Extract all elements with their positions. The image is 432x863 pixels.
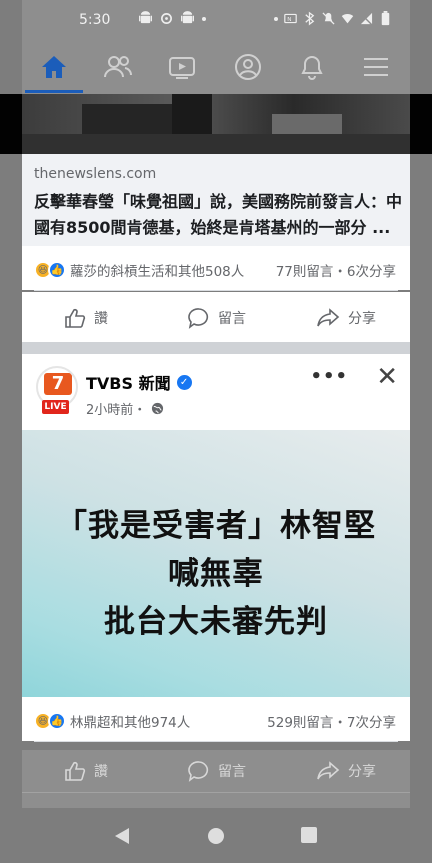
like-label: 讚 [94,311,108,327]
android-icon [181,11,194,24]
wifi-icon [341,14,354,24]
nfc-icon: N [284,13,297,24]
active-tab-indicator [25,90,83,93]
post2-header: 7 LIVE TVBS 新聞 ✓ 2小時前・ ••• ✕ [22,354,410,430]
sync-icon [161,13,172,24]
comment-button[interactable]: 留言 [188,292,246,344]
post-time-text: 2小時前・ [86,403,147,418]
image-headline-line-1: 「我是受害者」林智堅 [56,508,376,544]
like-reaction-icon: 👍 [48,712,66,730]
no-signal-icon [360,12,373,26]
like-label: 讚 [94,764,108,780]
tvbs-logo: 7 [44,373,72,395]
svg-text:N: N [287,17,291,23]
more-notifications-dot [202,17,206,21]
image-headline-line-3: 批台大未審先判 [104,604,328,640]
comment-icon [188,761,209,782]
system-nav-bar [0,808,432,863]
tab-profile[interactable] [216,40,280,94]
post-separator [22,342,410,354]
status-system-icons: N [274,11,392,26]
hide-post-button[interactable]: ✕ [376,362,398,392]
image-headline-line-2: 喊無辜 [168,556,264,592]
bluetooth-icon [305,11,315,26]
tab-friends[interactable] [86,40,150,94]
video-icon [169,57,195,79]
post2-stats-bar: 😆 👍 林鼎超和其他974人 529則留言・7次分享 [22,697,410,741]
like-reaction-icon: 👍 [48,261,66,279]
post2-action-bar: 讚 留言 分享 [22,750,410,792]
globe-icon [152,402,164,415]
comment-icon [188,308,209,329]
reactions-summary[interactable]: 😆 👍 蘿莎的斜槓生活和其他508人 [34,260,244,280]
share-label: 分享 [348,311,376,327]
thumbs-up-icon [65,761,86,781]
live-badge: LIVE [42,400,69,414]
comment-button[interactable]: 留言 [188,750,246,792]
page-name-text: TVBS 新聞 [86,374,171,393]
mute-icon [322,12,335,25]
reactors-text: 林鼎超和其他974人 [70,715,191,731]
thumbs-up-icon [65,308,86,328]
post-time[interactable]: 2小時前・ [86,399,164,418]
profile-icon [235,54,261,80]
divider [34,290,398,291]
like-button[interactable]: 讚 [64,750,108,792]
status-time: 5:30 [79,12,111,28]
battery-icon [381,11,390,26]
home-nav-icon[interactable] [206,826,226,846]
dot-icon [274,17,278,21]
divider [34,741,398,742]
android-icon [139,11,152,24]
link-title: 反擊華春瑩「味覺祖國」說，美國務院前發言人：中國有8500間肯德基，始終是肯塔基… [34,192,403,237]
share-button[interactable]: 分享 [316,292,376,344]
home-icon [42,56,66,78]
comment-label: 留言 [218,311,246,327]
hamburger-icon [364,58,388,76]
status-bar: 5:30 N [22,0,410,40]
status-notification-icons [139,11,206,26]
friends-icon [104,56,133,78]
more-options-button[interactable]: ••• [310,366,348,387]
tab-menu[interactable] [344,40,408,94]
share-button[interactable]: 分享 [316,750,376,792]
comments-shares-count[interactable]: 77則留言・6次分享 [276,260,396,280]
tab-home[interactable] [22,40,86,94]
link-preview[interactable]: thenewslens.com 反擊華春瑩「味覺祖國」說，美國務院前發言人：中國… [22,154,410,246]
post-photo[interactable] [22,94,410,154]
next-post-edge [22,792,410,809]
tab-notifications[interactable] [280,40,344,94]
facebook-top-nav [22,40,410,94]
verified-badge-icon: ✓ [176,374,192,390]
comment-label: 留言 [218,764,246,780]
share-icon [317,761,340,780]
like-button[interactable]: 讚 [64,292,108,344]
post1-action-bar: 讚 留言 分享 [22,292,410,344]
comments-shares-count[interactable]: 529則留言・7次分享 [267,711,396,731]
link-domain: thenewslens.com [34,166,157,182]
page-name[interactable]: TVBS 新聞 ✓ [86,370,192,394]
tab-watch[interactable] [150,40,214,94]
share-icon [317,308,340,327]
back-icon[interactable] [113,826,131,846]
post-image[interactable]: 「我是受害者」林智堅 喊無辜 批台大未審先判 [22,430,410,697]
bell-icon [301,56,323,80]
reactors-text: 蘿莎的斜槓生活和其他508人 [70,264,245,280]
post1-stats-bar: 😆 👍 蘿莎的斜槓生活和其他508人 77則留言・6次分享 [22,246,410,290]
recents-icon[interactable] [300,826,318,844]
reactions-summary[interactable]: 😆 👍 林鼎超和其他974人 [34,711,190,731]
share-label: 分享 [348,764,376,780]
